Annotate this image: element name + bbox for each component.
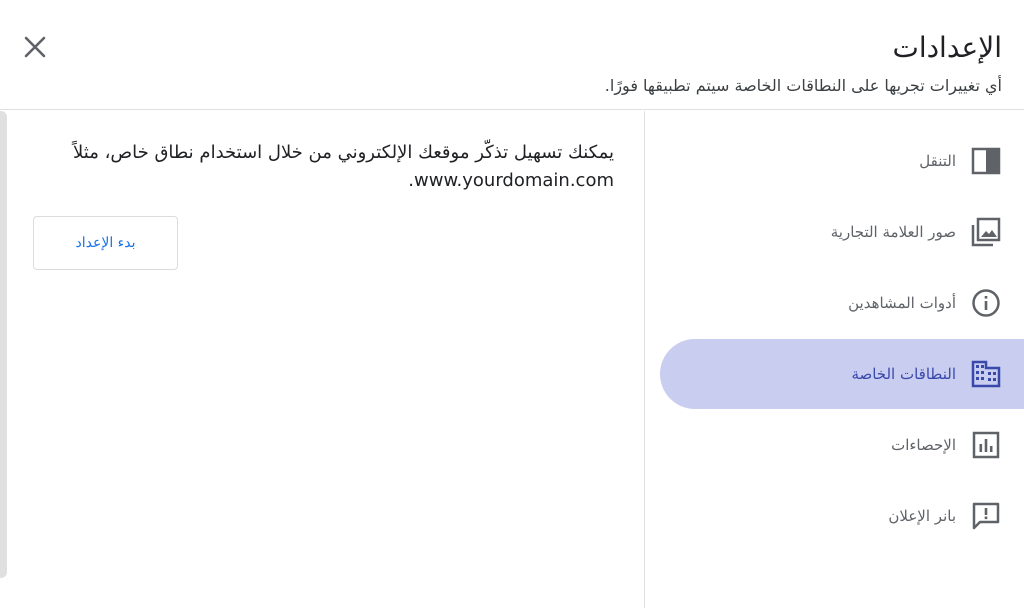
sidebar-item-label: بانر الإعلان: [888, 507, 956, 525]
sidebar-item-label: النطاقات الخاصة: [851, 365, 956, 383]
sidebar-item-announcement-banner[interactable]: بانر الإعلان: [660, 481, 1024, 551]
sidebar-item-navigation[interactable]: التنقل: [660, 126, 1024, 196]
brand-images-icon: [970, 216, 1002, 248]
navigation-panel-icon: [970, 145, 1002, 177]
sidebar-item-analytics[interactable]: الإحصاءات: [660, 410, 1024, 480]
page-title: الإعدادات: [892, 31, 1002, 64]
sidebar-item-label: التنقل: [919, 152, 956, 170]
sidebar-item-brand-images[interactable]: صور العلامة التجارية: [660, 197, 1024, 267]
domain-building-icon: [970, 358, 1002, 390]
start-setup-button[interactable]: بدء الإعداد: [33, 216, 178, 270]
sidebar-item-label: أدوات المشاهدين: [848, 294, 956, 312]
custom-domains-panel: يمكنك تسهيل تذكّر موقعك الإلكتروني من خل…: [0, 111, 644, 608]
settings-sidebar: التنقل صور العلامة التجارية أدوات المشاه…: [644, 111, 1024, 608]
sidebar-item-label: صور العلامة التجارية: [830, 223, 956, 241]
analytics-chart-icon: [970, 429, 1002, 461]
info-icon: [970, 287, 1002, 319]
domain-description: يمكنك تسهيل تذكّر موقعك الإلكتروني من خل…: [73, 142, 614, 191]
dialog-header: الإعدادات أي تغييرات تجريها على النطاقات…: [0, 0, 1024, 110]
sidebar-item-label: الإحصاءات: [891, 436, 956, 454]
announcement-icon: [970, 500, 1002, 532]
sidebar-item-viewer-tools[interactable]: أدوات المشاهدين: [660, 268, 1024, 338]
close-button[interactable]: [18, 30, 52, 64]
scroll-edge: [0, 111, 7, 578]
sidebar-item-custom-domains[interactable]: النطاقات الخاصة: [660, 339, 1024, 409]
page-subtitle: أي تغييرات تجريها على النطاقات الخاصة سي…: [604, 76, 1002, 95]
close-icon: [24, 36, 46, 58]
